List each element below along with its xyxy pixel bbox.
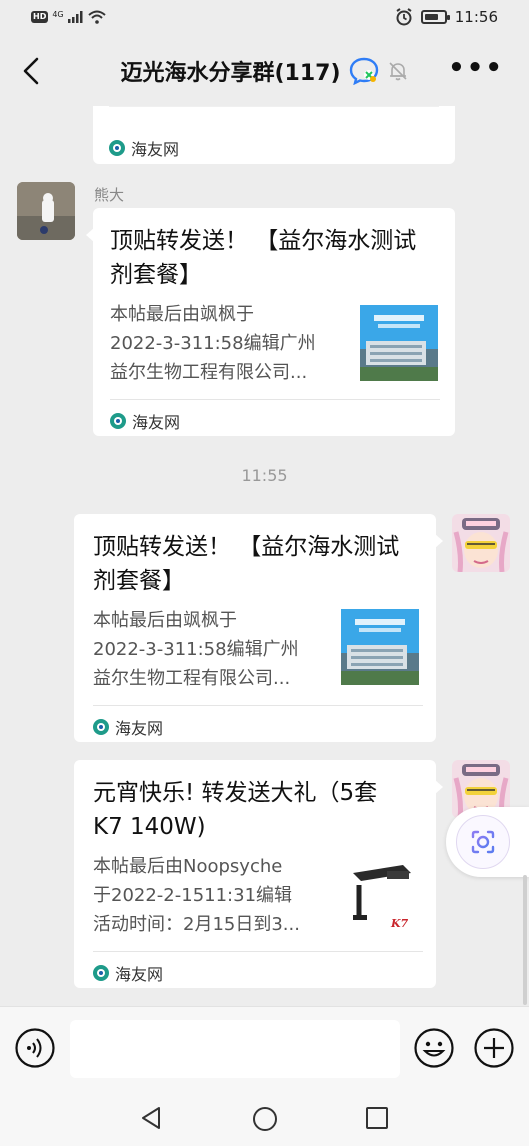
card-description: 本帖最后由飒枫于 2022-3-311:58编辑广州 益尔生物工程有限公司... bbox=[110, 300, 350, 387]
card-desc-line: 于2022-2-1511:31编辑 bbox=[93, 885, 293, 906]
card-source: 海友网 bbox=[93, 715, 163, 739]
card-title-line: 剂套餐】 bbox=[110, 262, 202, 288]
card-title: 顶贴转发送！ 【益尔海水测试 剂套餐】 bbox=[110, 224, 445, 292]
nav-home-icon[interactable] bbox=[252, 1106, 278, 1132]
chat-title[interactable]: 迈光海水分享群(117) bbox=[120, 55, 340, 87]
sender-name: 熊大 bbox=[94, 186, 125, 204]
card-desc-line: 2022-3-311:58编辑广州 bbox=[93, 639, 299, 660]
card-title-line: 顶贴转发送！ 【益尔海水测试 bbox=[93, 534, 400, 560]
nav-back-icon[interactable] bbox=[139, 1106, 163, 1130]
card-divider bbox=[93, 705, 423, 706]
emoji-icon[interactable] bbox=[413, 1027, 455, 1069]
card-thumbnail: K7 bbox=[341, 855, 419, 931]
avatar-photo bbox=[17, 182, 75, 240]
card-desc-line: 本帖最后由飒枫于 bbox=[110, 304, 254, 325]
scan-circle bbox=[456, 815, 510, 869]
card-source: 海友网 bbox=[110, 409, 180, 433]
card-desc-line: 本帖最后由飒枫于 bbox=[93, 610, 237, 631]
nav-recents-icon[interactable] bbox=[365, 1106, 389, 1130]
link-card[interactable]: 元宵快乐! 转发送大礼（5套 K7 140W) 本帖最后由Noopsyche 于… bbox=[74, 760, 443, 988]
source-logo-icon bbox=[93, 719, 109, 735]
wifi-icon bbox=[87, 10, 106, 24]
card-source: 海友网 bbox=[93, 961, 163, 985]
card-thumbnail bbox=[360, 305, 438, 381]
group-badge-icon[interactable] bbox=[349, 57, 379, 85]
card-desc-line: 2022-3-311:58编辑广州 bbox=[110, 333, 316, 354]
svg-text:K7: K7 bbox=[390, 917, 409, 930]
source-logo-icon bbox=[110, 413, 126, 429]
avatar[interactable] bbox=[17, 182, 75, 240]
chat-area[interactable]: 海友网 熊大 顶贴转发送！ 【益尔海水测试 剂套餐】 本帖最后由飒枫于 2022… bbox=[0, 106, 529, 1006]
title-wrap: 迈光海水分享群(117) bbox=[120, 55, 408, 87]
card-title-line: 剂套餐】 bbox=[93, 568, 185, 594]
hd-badge: HD bbox=[31, 11, 49, 23]
scroll-indicator[interactable] bbox=[523, 875, 527, 1005]
system-nav-bar bbox=[0, 1090, 529, 1146]
link-card[interactable]: 顶贴转发送！ 【益尔海水测试 剂套餐】 本帖最后由飒枫于 2022-3-311:… bbox=[86, 208, 455, 436]
card-title: 元宵快乐! 转发送大礼（5套 K7 140W) bbox=[93, 776, 428, 844]
avatar-photo bbox=[452, 514, 510, 572]
scan-icon bbox=[471, 830, 495, 854]
card-title-line: 顶贴转发送！ 【益尔海水测试 bbox=[110, 228, 417, 254]
card-divider bbox=[109, 106, 439, 107]
source-logo-icon bbox=[109, 140, 125, 156]
card-description: 本帖最后由Noopsyche 于2022-2-1511:31编辑 活动时间：2月… bbox=[93, 852, 333, 939]
source-name: 海友网 bbox=[131, 140, 180, 159]
link-card[interactable]: 顶贴转发送！ 【益尔海水测试 剂套餐】 本帖最后由飒枫于 2022-3-311:… bbox=[74, 514, 443, 742]
floating-scan-button[interactable] bbox=[446, 807, 529, 877]
card-divider bbox=[93, 951, 423, 952]
status-bar: HD 4G 11:56 bbox=[0, 0, 529, 36]
message-timestamp: 11:55 bbox=[241, 466, 288, 485]
card-thumbnail bbox=[341, 609, 419, 685]
card-title-line: K7 140W) bbox=[93, 814, 206, 840]
add-icon[interactable] bbox=[473, 1027, 515, 1069]
card-desc-line: 活动时间：2月15日到3... bbox=[93, 914, 300, 935]
input-bar bbox=[0, 1006, 529, 1090]
status-time: 11:56 bbox=[454, 8, 498, 26]
signal-icon bbox=[67, 11, 83, 23]
avatar[interactable] bbox=[452, 514, 510, 572]
card-title: 顶贴转发送！ 【益尔海水测试 剂套餐】 bbox=[93, 530, 428, 598]
back-icon[interactable] bbox=[18, 56, 46, 86]
bubble-tail bbox=[435, 780, 443, 794]
card-desc-line: 益尔生物工程有限公司... bbox=[110, 362, 308, 383]
battery-icon bbox=[420, 10, 450, 24]
card-description: 本帖最后由飒枫于 2022-3-311:58编辑广州 益尔生物工程有限公司... bbox=[93, 606, 333, 693]
source-name: 海友网 bbox=[115, 719, 164, 738]
link-card[interactable]: 海友网 bbox=[93, 106, 455, 164]
source-name: 海友网 bbox=[115, 965, 164, 984]
mute-bell-icon bbox=[388, 62, 407, 81]
status-right: 11:56 bbox=[395, 8, 498, 26]
status-left: HD 4G bbox=[31, 10, 106, 24]
alarm-icon bbox=[396, 8, 412, 26]
source-name: 海友网 bbox=[132, 413, 181, 432]
card-source: 海友网 bbox=[109, 136, 179, 160]
more-icon[interactable]: ••• bbox=[448, 55, 504, 81]
bubble-tail bbox=[435, 534, 443, 548]
card-divider bbox=[110, 399, 440, 400]
source-logo-icon bbox=[93, 965, 109, 981]
card-desc-line: 益尔生物工程有限公司... bbox=[93, 668, 291, 689]
network-type: 4G bbox=[52, 9, 64, 19]
bubble-tail bbox=[86, 228, 94, 242]
card-desc-line: 本帖最后由Noopsyche bbox=[93, 856, 283, 877]
chat-header: 迈光海水分享群(117) ••• bbox=[0, 36, 529, 106]
message-input[interactable] bbox=[70, 1020, 400, 1078]
card-title-line: 元宵快乐! 转发送大礼（5套 bbox=[93, 780, 378, 806]
voice-icon[interactable] bbox=[14, 1027, 56, 1069]
